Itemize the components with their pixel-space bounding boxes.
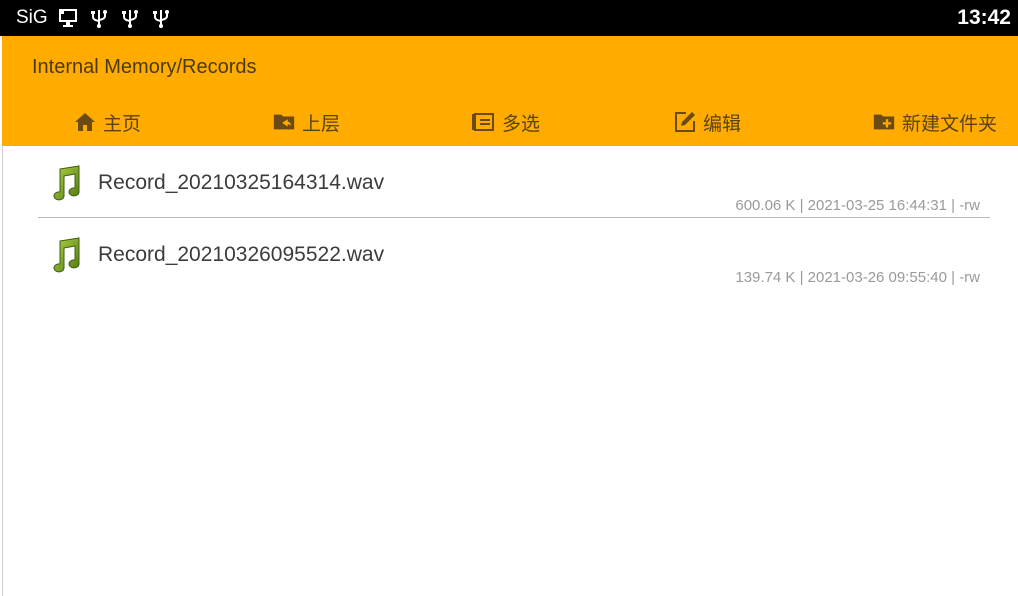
edit-button[interactable]: 编辑 (673, 106, 741, 138)
multi-select-icon (472, 110, 496, 134)
status-left: SiG (16, 0, 172, 36)
multi-select-button-label: 多选 (502, 112, 541, 135)
status-bar: SiG 13:42 (0, 0, 1018, 36)
new-folder-button[interactable]: 新建文件夹 (872, 106, 997, 138)
file-meta: 600.06 K | 2021-03-25 16:44:31 | -rw (735, 197, 980, 214)
edit-icon (673, 110, 697, 134)
new-folder-button-label: 新建文件夹 (902, 112, 998, 135)
app-bar: Internal Memory/Records 主页 上层 多选 编辑 新建文件… (2, 36, 1018, 146)
home-icon (73, 110, 97, 134)
up-level-button[interactable]: 上层 (272, 106, 340, 138)
music-note-icon (50, 165, 84, 201)
multi-select-button[interactable]: 多选 (472, 106, 540, 138)
screen: SiG 13:42 Internal Memory/Records 主页 上层 … (0, 0, 1018, 596)
usb-icon (150, 7, 172, 29)
usb-icon (88, 7, 110, 29)
folder-up-icon (272, 110, 296, 134)
home-button[interactable]: 主页 (73, 106, 141, 138)
new-folder-icon (872, 110, 896, 134)
up-level-button-label: 上层 (302, 112, 341, 135)
file-row[interactable]: Record_20210326095522.wav 139.74 K | 202… (3, 218, 1018, 290)
screen-share-icon (57, 7, 79, 29)
file-meta: 139.74 K | 2021-03-26 09:55:40 | -rw (735, 269, 980, 286)
carrier-label: SiG (16, 7, 48, 28)
file-name: Record_20210326095522.wav (98, 243, 385, 266)
music-note-icon (50, 237, 84, 273)
clock: 13:42 (957, 6, 1011, 29)
file-list: Record_20210325164314.wav 600.06 K | 202… (2, 146, 1018, 596)
file-name: Record_20210325164314.wav (98, 171, 385, 194)
usb-icon (119, 7, 141, 29)
edit-button-label: 编辑 (703, 112, 742, 135)
current-path: Internal Memory/Records (32, 56, 257, 78)
file-row[interactable]: Record_20210325164314.wav 600.06 K | 202… (3, 146, 1018, 218)
home-button-label: 主页 (103, 112, 142, 135)
